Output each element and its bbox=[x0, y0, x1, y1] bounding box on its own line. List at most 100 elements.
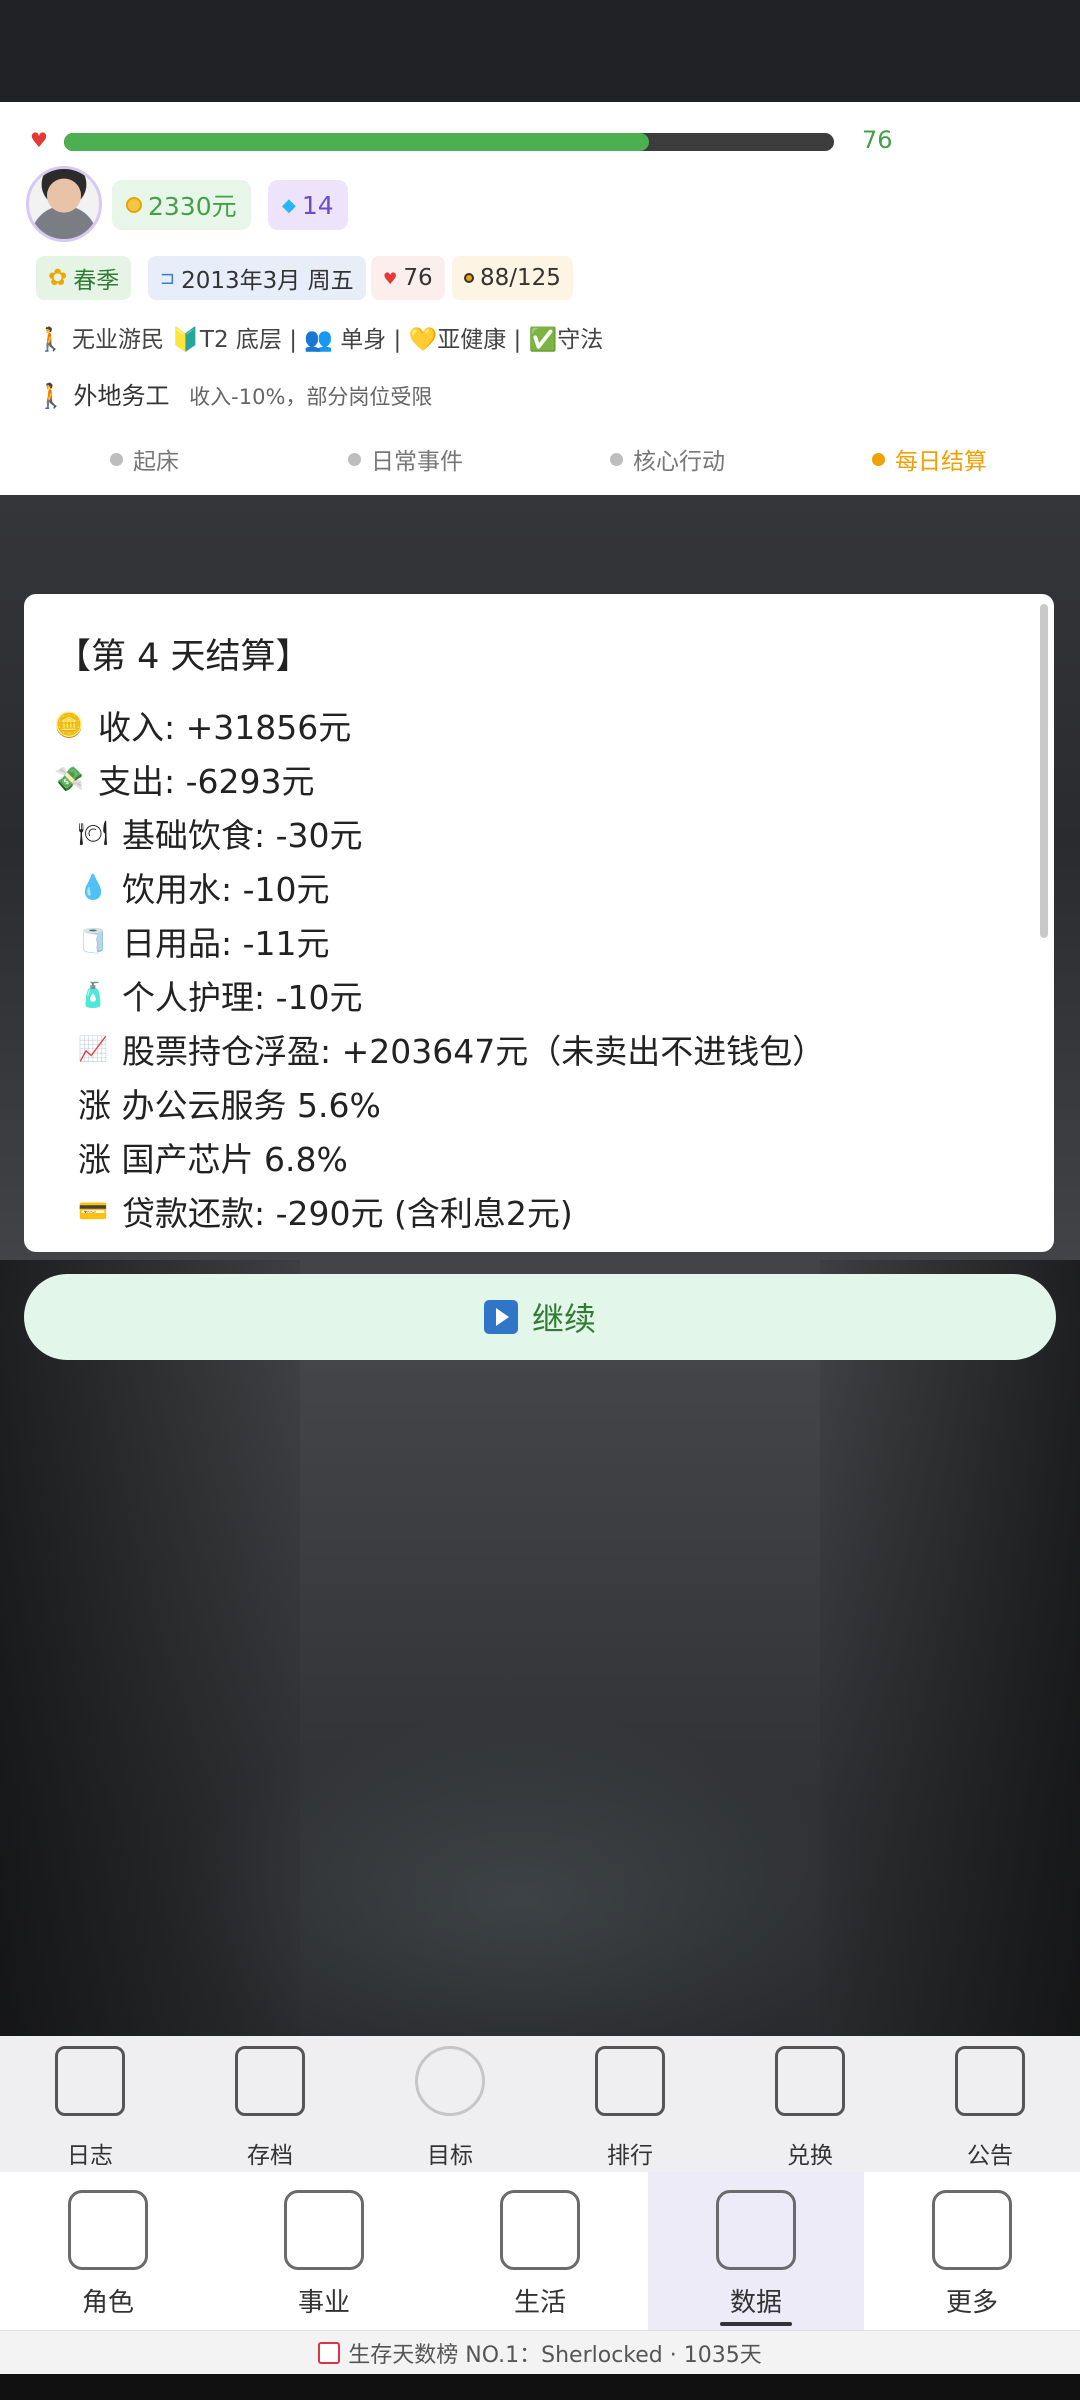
toolbar-save[interactable]: 存档 bbox=[180, 2036, 360, 2172]
settlement-title: 【第 4 天结算】 bbox=[56, 637, 311, 677]
toolbar-label: 排行 bbox=[607, 2143, 653, 2169]
gesture-bar-area bbox=[0, 2374, 1080, 2400]
settlement-lines: 🪙 收入: +31856元 💸 支出: -6293元 🍽 基础饮食: -30元 💧 饮用水: … bbox=[54, 698, 1034, 1238]
hp-chip-text: 76 bbox=[403, 265, 433, 291]
hp-bar-fill bbox=[64, 133, 650, 151]
step-dot bbox=[610, 452, 623, 466]
avatar[interactable] bbox=[26, 166, 102, 242]
toolbar-log[interactable]: 日志 bbox=[0, 2036, 180, 2172]
step-label: 每日结算 bbox=[895, 449, 987, 475]
nav-label: 数据 bbox=[648, 2282, 864, 2326]
calculator-icon bbox=[932, 2190, 1012, 2270]
region-line: 🚶 外地务工 收入-10%，部分岗位受限 bbox=[36, 376, 432, 411]
settlement-line: 🧴 个人护理: -10元 bbox=[54, 968, 1034, 1022]
nav-life[interactable]: 生活 bbox=[432, 2172, 648, 2330]
trophy-icon bbox=[595, 2046, 665, 2116]
settlement-line: 涨 国产芯片 6.8% bbox=[54, 1130, 1034, 1184]
hp-row: ♥ 76 bbox=[0, 124, 1080, 164]
coin-icon: 🪙 bbox=[54, 711, 84, 739]
person-walk-icon bbox=[68, 2190, 148, 2270]
nav-label: 生活 bbox=[513, 2288, 566, 2318]
step-daily-events: 日常事件 bbox=[348, 442, 463, 476]
step-dot bbox=[872, 452, 885, 466]
leaderboard-text: 生存天数榜 NO.1：Sherlocked · 1035天 bbox=[348, 2342, 762, 2368]
toolbar-goal[interactable]: 目标 bbox=[360, 2036, 540, 2172]
settlement-line-text: 个人护理: -10元 bbox=[122, 978, 363, 1017]
phase-steps: 起床 日常事件 核心行动 每日结算 bbox=[0, 442, 1080, 486]
nav-label: 角色 bbox=[81, 2288, 134, 2318]
region-desc: 收入-10%，部分岗位受限 bbox=[189, 385, 433, 409]
scrollbar[interactable] bbox=[1040, 604, 1048, 938]
calendar-icon bbox=[318, 2341, 341, 2364]
settlement-line-text: 基础饮食: -30元 bbox=[122, 816, 363, 855]
coins-value: 2330元 bbox=[148, 192, 237, 221]
save-disk-icon bbox=[235, 2046, 305, 2116]
settlement-line: 🧻 日用品: -11元 bbox=[54, 914, 1034, 968]
lotion-icon: 🧴 bbox=[78, 981, 108, 1009]
play-icon bbox=[483, 1300, 518, 1334]
target-icon bbox=[415, 2046, 485, 2116]
season-chip: ✿ 春季 bbox=[36, 256, 132, 300]
energy-chip: 88/125 bbox=[452, 256, 573, 300]
nav-more[interactable]: 更多 bbox=[864, 2172, 1080, 2330]
sunflower-icon: ✿ bbox=[48, 265, 68, 291]
season-text: 春季 bbox=[73, 268, 120, 294]
calendar-icon: ⊐ bbox=[160, 267, 176, 289]
nav-character[interactable]: 角色 bbox=[0, 2172, 216, 2330]
date-text: 2013年3月 周五 bbox=[181, 268, 354, 294]
chart-up-icon: 📈 bbox=[78, 1035, 108, 1063]
gems-badge[interactable]: ◆ 14 bbox=[268, 180, 348, 230]
walker-icon: 🚶 bbox=[36, 327, 65, 353]
region-label: 外地务工 bbox=[73, 382, 170, 410]
settlement-line-text: 日用品: -11元 bbox=[122, 924, 330, 963]
settlement-line-text: 股票持仓浮盈: +203647元（未卖出不进钱包） bbox=[122, 1032, 826, 1071]
nav-data[interactable]: 数据 bbox=[648, 2172, 864, 2330]
step-daily-settlement: 每日结算 bbox=[872, 442, 987, 476]
tissue-icon: 🧻 bbox=[78, 927, 108, 955]
toolbar-ranking[interactable]: 排行 bbox=[540, 2036, 720, 2172]
gems-value: 14 bbox=[301, 190, 334, 220]
bottom-nav: 角色 事业 生活 数据 更多 bbox=[0, 2172, 1080, 2330]
megaphone-icon bbox=[955, 2046, 1025, 2116]
settlement-line: 💳 贷款还款: -290元 (含利息2元) bbox=[54, 1184, 1034, 1238]
step-dot bbox=[110, 452, 123, 466]
house-icon bbox=[500, 2190, 580, 2270]
diamond-icon: ◆ bbox=[282, 194, 296, 216]
toolbar-label: 存档 bbox=[247, 2143, 293, 2169]
nav-career[interactable]: 事业 bbox=[216, 2172, 432, 2330]
step-label: 日常事件 bbox=[371, 449, 463, 475]
step-wakeup: 起床 bbox=[110, 442, 179, 476]
toolbar-notice[interactable]: 公告 bbox=[900, 2036, 1080, 2172]
player-header: ♥ 76 2330元 ◆ 14 ✿ 春季 ⊐ 2013年3月 周五 ♥ 76 8… bbox=[0, 102, 1080, 495]
water-drop-icon: 💧 bbox=[78, 873, 108, 901]
settlement-line-text: 饮用水: -10元 bbox=[122, 870, 330, 909]
nav-label: 事业 bbox=[297, 2288, 350, 2318]
status-text: 无业游民 🔰T2 底层 | 👥 单身 | 💛亚健康 | ✅守法 bbox=[71, 327, 604, 353]
status-line: 🚶 无业游民 🔰T2 底层 | 👥 单身 | 💛亚健康 | ✅守法 bbox=[36, 320, 603, 354]
continue-button[interactable]: 继续 bbox=[24, 1274, 1056, 1360]
step-core-action: 核心行动 bbox=[610, 442, 725, 476]
heart-small-icon: ♥ bbox=[383, 268, 398, 288]
energy-icon bbox=[464, 273, 474, 283]
secondary-toolbar: 日志 存档 目标 排行 兑换 公告 bbox=[0, 2036, 1080, 2172]
card-icon: 💳 bbox=[78, 1197, 108, 1225]
settlement-line-text: 支出: -6293元 bbox=[98, 762, 315, 801]
settlement-line-text: 涨 国产芯片 6.8% bbox=[78, 1140, 348, 1179]
leaderboard-footer[interactable]: 生存天数榜 NO.1：Sherlocked · 1035天 bbox=[0, 2330, 1080, 2374]
plate-icon: 🍽 bbox=[78, 819, 109, 847]
step-label: 起床 bbox=[133, 449, 179, 475]
step-dot bbox=[348, 452, 361, 466]
settlement-line-text: 贷款还款: -290元 (含利息2元) bbox=[122, 1194, 573, 1233]
settlement-line: 🪙 收入: +31856元 bbox=[54, 698, 1034, 752]
continue-label: 继续 bbox=[531, 1300, 596, 1338]
toolbar-label: 公告 bbox=[967, 2143, 1013, 2169]
settlement-line: 💧 饮用水: -10元 bbox=[54, 860, 1034, 914]
toolbar-redeem[interactable]: 兑换 bbox=[720, 2036, 900, 2172]
settlement-line-text: 涨 办公云服务 5.6% bbox=[78, 1086, 381, 1125]
coins-badge[interactable]: 2330元 bbox=[112, 180, 251, 230]
hp-chip: ♥ 76 bbox=[371, 256, 445, 300]
walker-icon: 🚶 bbox=[36, 382, 66, 410]
settlement-card[interactable]: 【第 4 天结算】 🪙 收入: +31856元 💸 支出: -6293元 🍽 基础饮食: … bbox=[24, 594, 1054, 1252]
status-bar-area bbox=[0, 0, 1080, 102]
energy-text: 88/125 bbox=[480, 265, 561, 291]
